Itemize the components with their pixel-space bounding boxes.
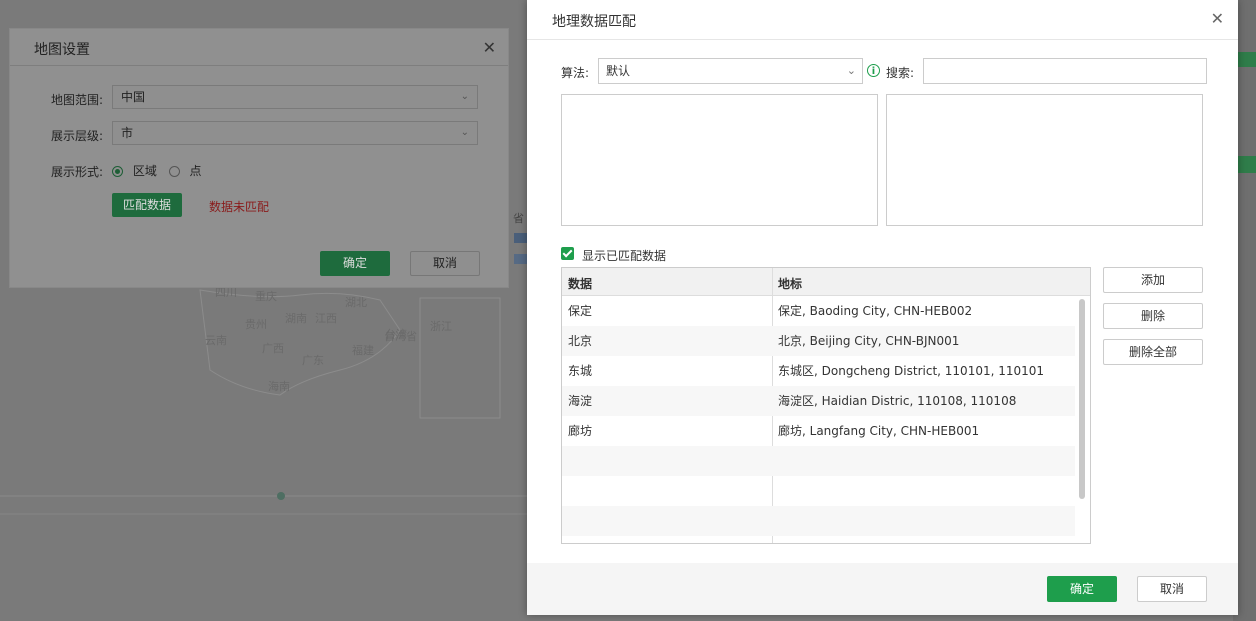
display-level-value: 市 xyxy=(121,126,134,140)
map-range-select[interactable]: 中国 ⌄ xyxy=(112,85,478,109)
source-data-list[interactable] xyxy=(561,94,878,226)
map-label: 云南 xyxy=(205,334,227,347)
delete-all-button[interactable]: 删除全部 xyxy=(1103,339,1203,365)
cell-landmark: 廊坊, Langfang City, CHN-HEB001 xyxy=(778,424,980,438)
empty-row xyxy=(562,446,1076,476)
search-label: 搜索: xyxy=(886,66,915,80)
cell-landmark: 北京, Beijing City, CHN-BJN001 xyxy=(778,334,960,348)
display-form-radio-group: 区域 点 xyxy=(112,162,202,179)
dialog-title: 地图设置 xyxy=(34,42,90,58)
unmatched-status: 数据未匹配 xyxy=(209,200,270,214)
map-range-label: 地图范围: xyxy=(51,93,104,107)
chevron-down-icon: ⌄ xyxy=(460,91,469,102)
table-row[interactable]: 保定 保定, Baoding City, CHN-HEB002 xyxy=(562,296,1076,326)
chevron-down-icon: ⌄ xyxy=(460,127,469,138)
display-level-select[interactable]: 市 ⌄ xyxy=(112,121,478,145)
table-row[interactable]: 廊坊 廊坊, Langfang City, CHN-HEB001 xyxy=(562,416,1076,446)
geo-landmark-list[interactable] xyxy=(886,94,1203,226)
map-label: 重庆 xyxy=(255,289,277,303)
map-label: 广东 xyxy=(302,354,324,367)
info-icon[interactable]: i xyxy=(867,64,880,77)
map-range-value: 中国 xyxy=(121,90,146,104)
cell-landmark: 海淀区, Haidian Distric, 110108, 110108 xyxy=(778,394,1017,408)
close-icon[interactable]: ✕ xyxy=(483,38,496,57)
map-label: 广西 xyxy=(262,342,284,355)
algorithm-label: 算法: xyxy=(561,66,590,80)
map-label: 湖北 xyxy=(345,296,367,309)
match-data-button[interactable]: 匹配数据 xyxy=(112,193,182,217)
map-label: 贵州 xyxy=(245,318,267,331)
column-header-landmark: 地标 xyxy=(778,277,803,291)
cell-data: 海淀 xyxy=(568,394,593,408)
algorithm-select[interactable]: 默认 ⌄ xyxy=(598,58,863,84)
ok-button[interactable]: 确定 xyxy=(320,251,390,276)
cell-landmark: 保定, Baoding City, CHN-HEB002 xyxy=(778,304,973,318)
map-label: 台湾省 xyxy=(384,329,417,343)
dialog-header: 地理数据匹配 ✕ xyxy=(527,0,1238,40)
search-input[interactable] xyxy=(923,58,1207,84)
map-label: 海南 xyxy=(268,379,290,393)
radio-area[interactable] xyxy=(112,166,123,177)
map-label: 浙江 xyxy=(430,320,452,333)
delete-button[interactable]: 删除 xyxy=(1103,303,1203,329)
scrollbar-thumb[interactable] xyxy=(1079,299,1085,499)
map-settings-dialog: 地图设置 ✕ 地图范围: 中国 ⌄ 展示层级: 市 ⌄ 展示形式: 区域 点 匹… xyxy=(9,28,509,288)
map-label: 湖南 xyxy=(285,312,307,325)
cell-data: 东城 xyxy=(568,364,593,378)
ok-button[interactable]: 确定 xyxy=(1047,576,1117,602)
radio-area-label: 区域 xyxy=(132,164,157,178)
add-button[interactable]: 添加 xyxy=(1103,267,1203,293)
cancel-button[interactable]: 取消 xyxy=(1137,576,1207,602)
map-label: 福建 xyxy=(352,343,374,357)
divider xyxy=(10,65,508,66)
table-scrollbar[interactable] xyxy=(1075,296,1089,543)
cell-data: 保定 xyxy=(568,304,593,318)
cell-landmark: 东城区, Dongcheng District, 110101, 110101 xyxy=(778,364,1045,378)
empty-row xyxy=(562,476,1076,506)
chevron-down-icon: ⌄ xyxy=(846,64,856,77)
table-row[interactable]: 北京 北京, Beijing City, CHN-BJN001 xyxy=(562,326,1076,356)
matched-data-table: 数据 地标 保定 保定, Baoding City, CHN-HEB002 北京… xyxy=(561,267,1091,544)
dialog-title: 地理数据匹配 xyxy=(552,14,636,30)
radio-point-label: 点 xyxy=(189,164,202,178)
geo-match-dialog: 地理数据匹配 ✕ 算法: 默认 ⌄ i 搜索: 显示已匹配数据 数据 地标 保定… xyxy=(527,0,1238,615)
algorithm-value: 默认 xyxy=(606,64,631,78)
table-row[interactable]: 东城 东城区, Dongcheng District, 110101, 1101… xyxy=(562,356,1076,386)
empty-row xyxy=(562,506,1076,536)
cell-data: 北京 xyxy=(568,334,593,348)
dialog-footer xyxy=(527,563,1238,615)
display-form-label: 展示形式: xyxy=(51,165,104,179)
cancel-button[interactable]: 取消 xyxy=(410,251,480,276)
map-label: 省 xyxy=(513,212,524,225)
close-icon[interactable]: ✕ xyxy=(1211,9,1224,28)
show-matched-checkbox[interactable] xyxy=(561,247,574,260)
map-label: 江西 xyxy=(315,312,337,325)
display-level-label: 展示层级: xyxy=(51,129,104,143)
column-header-data: 数据 xyxy=(568,277,593,291)
cell-data: 廊坊 xyxy=(568,424,593,438)
table-row[interactable]: 海淀 海淀区, Haidian Distric, 110108, 110108 xyxy=(562,386,1076,416)
radio-point[interactable] xyxy=(168,166,180,177)
show-matched-label: 显示已匹配数据 xyxy=(582,249,667,263)
table-header: 数据 地标 xyxy=(562,268,1090,296)
